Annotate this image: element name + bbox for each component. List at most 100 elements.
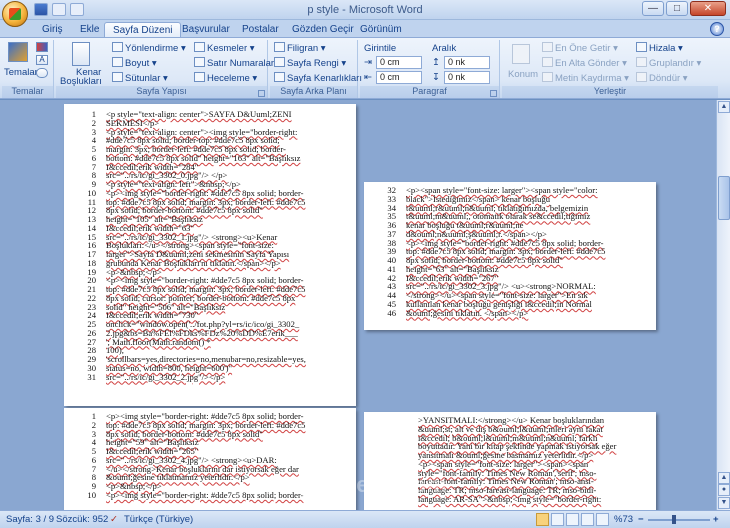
group-objects-button[interactable]: Gruplandır ▾ <box>636 57 701 70</box>
send-to-back-button[interactable]: En Alta Gönder ▾ <box>542 57 627 70</box>
prev-page-icon[interactable]: ▲ <box>718 472 730 484</box>
watermark-icon <box>274 42 285 52</box>
tab-ekle[interactable]: Ekle <box>72 22 107 38</box>
tab-gozden-gecir[interactable]: Gözden Geçir <box>284 22 362 38</box>
page-lines: 32 <p><span style="font-size: larger"><sp… <box>370 186 605 317</box>
rotate-label: Döndür <box>649 73 681 84</box>
proofing-icon[interactable]: ✓ <box>110 514 118 525</box>
ribbon: Temalar A Temalar Kenar Boşlukları Yönle… <box>0 37 730 99</box>
tab-postalar[interactable]: Postalar <box>234 22 287 38</box>
watermark-button[interactable]: Filigran ▾ <box>274 42 326 55</box>
bring-to-front-button[interactable]: En Öne Getir ▾ <box>542 42 618 55</box>
theme-effects-icon[interactable] <box>36 68 48 78</box>
scroll-thumb[interactable] <box>718 176 730 220</box>
outline-view-icon[interactable] <box>581 513 594 526</box>
zoom-slider[interactable] <box>648 519 710 521</box>
position-icon[interactable] <box>512 44 530 64</box>
orientation-icon <box>112 42 123 52</box>
zoom-slider-thumb[interactable] <box>672 515 676 524</box>
title-bar: p style - Microsoft Word — □ ✕ <box>0 0 730 27</box>
indent-right-icon: ⇤ <box>364 72 372 83</box>
help-icon[interactable]: ? <box>710 22 724 36</box>
tab-basvurular[interactable]: Başvurular <box>174 22 238 38</box>
group-label-yerlestir: Yerleştir <box>502 86 718 98</box>
spacing-before-input[interactable]: 0 nk <box>444 56 490 69</box>
indent-right-input[interactable]: 0 cm <box>376 71 422 84</box>
columns-icon <box>112 72 123 82</box>
text-wrapping-label: Metin Kaydırma <box>555 73 622 84</box>
full-screen-view-icon[interactable] <box>551 513 564 526</box>
line-numbers-label: Satır Numaraları <box>207 58 277 69</box>
zoom-out-button[interactable]: − <box>638 514 644 525</box>
hyphenation-icon <box>194 72 205 82</box>
breaks-button[interactable]: Kesmeler ▾ <box>194 42 255 55</box>
page-color-button[interactable]: Sayfa Rengi ▾ <box>274 57 346 70</box>
document-page-2[interactable]: 32 <p><span style="font-size: larger"><sp… <box>364 182 656 330</box>
orientation-button[interactable]: Yönlendirme ▾ <box>112 42 186 55</box>
orientation-label: Yönlendirme <box>125 43 179 54</box>
ribbon-tabs: Giriş Ekle Sayfa Düzeni Başvurular Posta… <box>0 20 730 38</box>
columns-button[interactable]: Sütunlar ▾ <box>112 72 168 85</box>
document-area[interactable]: 1 <p style="text-align: center">SAYFA D&U… <box>0 100 716 510</box>
group-label-sayfa-yapisi: Sayfa Yapısı <box>56 86 267 98</box>
hyphenation-button[interactable]: Heceleme ▾ <box>194 72 257 85</box>
document-page-1[interactable]: 1 <p style="text-align: center">SAYFA D&U… <box>64 104 356 406</box>
draft-view-icon[interactable] <box>596 513 609 526</box>
line-number <box>382 425 408 434</box>
line-number: 10 <box>87 489 96 500</box>
line-text: &ouml;ğesini tıklatın. </span></p> <box>406 307 529 318</box>
line-number <box>382 434 408 443</box>
size-button[interactable]: Boyut ▾ <box>112 57 157 70</box>
margins-icon[interactable] <box>72 42 90 66</box>
line-number <box>382 460 408 469</box>
group-objects-icon <box>636 57 647 67</box>
themes-button-label[interactable]: Temalar <box>4 66 38 79</box>
text-wrapping-button[interactable]: Metin Kaydırma ▾ <box>542 72 629 85</box>
tab-giris[interactable]: Giriş <box>34 22 71 38</box>
themes-icon[interactable] <box>8 42 28 62</box>
zoom-in-button[interactable]: + <box>713 514 719 525</box>
word-count[interactable]: Sözcük: 952 <box>56 514 108 525</box>
page-setup-launcher-icon[interactable] <box>258 90 265 97</box>
watermark-label: Filigran <box>287 43 319 54</box>
language-indicator[interactable]: Türkçe (Türkiye) <box>124 514 193 525</box>
hyphenation-label: Heceleme <box>207 73 250 84</box>
page-borders-button[interactable]: Sayfa Kenarlıkları <box>274 72 362 85</box>
rotate-button[interactable]: Döndür ▾ <box>636 72 688 85</box>
group-yerlestir: Konum En Öne Getir ▾ En Alta Gönder ▾ Me… <box>502 40 718 98</box>
indent-left-input[interactable]: 0 cm <box>376 56 422 69</box>
group-paragraf: Girintile ⇥ 0 cm ⇤ 0 cm Aralık ↥ 0 nk ↧ … <box>360 40 500 98</box>
align-label: Hizala <box>649 43 676 54</box>
line-number <box>382 416 408 425</box>
theme-colors-icon[interactable] <box>36 42 48 52</box>
web-layout-view-icon[interactable] <box>566 513 579 526</box>
tab-sayfa-duzeni[interactable]: Sayfa Düzeni <box>104 22 182 38</box>
close-button[interactable]: ✕ <box>690 1 726 16</box>
vertical-scrollbar[interactable]: ▲ ▲ ● ▼ <box>716 100 730 510</box>
zoom-level[interactable]: %73 <box>614 514 633 525</box>
spacing-before-icon: ↥ <box>432 57 440 68</box>
office-button[interactable] <box>2 1 28 27</box>
page-color-label: Sayfa Rengi <box>287 58 339 69</box>
line-number: 31 <box>87 371 96 382</box>
minimize-button[interactable]: — <box>642 1 664 16</box>
line-number: 46 <box>387 307 396 318</box>
spacing-after-input[interactable]: 0 nk <box>444 71 490 84</box>
tab-gorunum[interactable]: Görünüm <box>352 22 410 38</box>
columns-label: Sütunlar <box>125 73 161 84</box>
text-wrapping-icon <box>542 72 553 82</box>
line-text: src="../rs/ic/gi_3302_2.jpg"/></p> <box>106 371 226 382</box>
next-page-icon[interactable]: ▼ <box>718 497 730 509</box>
print-layout-view-icon[interactable] <box>536 513 549 526</box>
group-label-temalar: Temalar <box>2 86 53 98</box>
align-button[interactable]: Hizala ▾ <box>636 42 683 55</box>
group-objects-label: Gruplandır <box>649 58 694 69</box>
scroll-up-icon[interactable]: ▲ <box>718 101 730 113</box>
position-label[interactable]: Konum <box>508 68 538 81</box>
browse-object-icon[interactable]: ● <box>718 484 730 496</box>
paragraph-launcher-icon[interactable] <box>490 90 497 97</box>
theme-fonts-icon[interactable]: A <box>36 55 48 65</box>
align-icon <box>636 42 647 52</box>
maximize-button[interactable]: □ <box>666 1 688 16</box>
page-count[interactable]: Sayfa: 3 / 9 <box>6 514 54 525</box>
